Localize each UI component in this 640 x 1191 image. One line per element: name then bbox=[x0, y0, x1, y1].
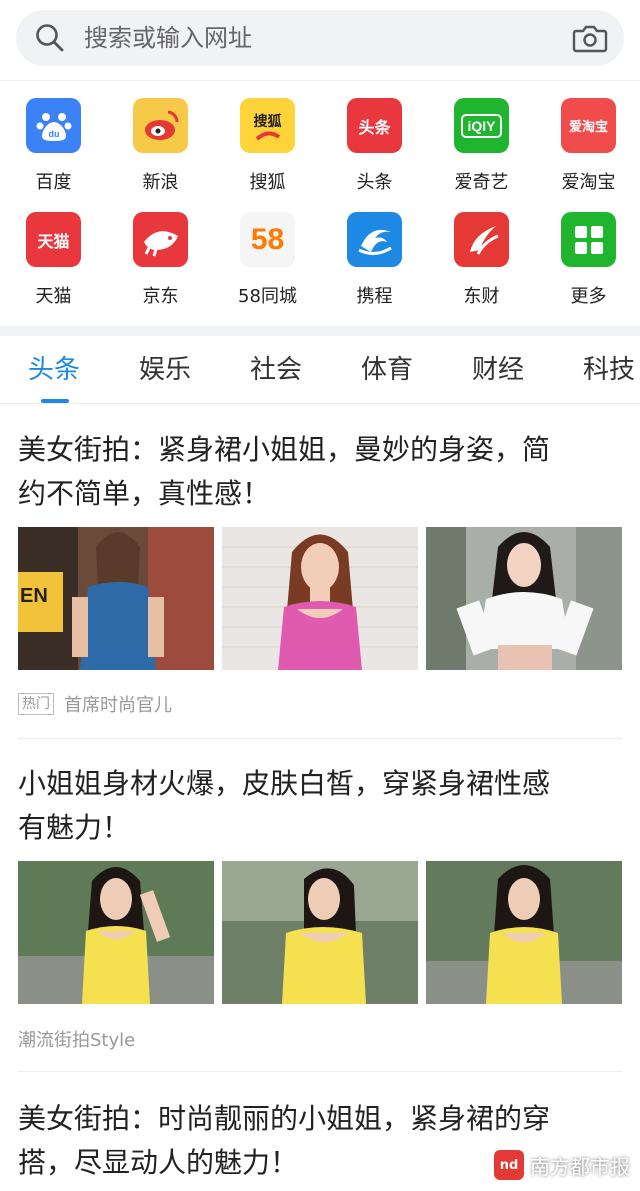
news-title[interactable]: 美女街拍：紧身裙小姐姐，曼妙的身姿，简 约不简单，真性感！ bbox=[18, 428, 618, 516]
watermark-logo: nd bbox=[494, 1150, 524, 1180]
news-thumbnail[interactable] bbox=[426, 527, 622, 670]
news-item[interactable]: 美女街拍：紧身裙小姐姐，曼妙的身姿，简 约不简单，真性感！ EN 热门 首席时尚… bbox=[0, 404, 640, 740]
shortcut-more[interactable]: 更多 bbox=[535, 194, 640, 308]
shortcut-label: 搜狐 bbox=[249, 172, 286, 193]
ctrip-icon bbox=[347, 212, 402, 267]
search-header: 搜索或输入网址 bbox=[0, 0, 640, 80]
jd-icon bbox=[133, 212, 188, 267]
shortcut-label: 更多 bbox=[570, 286, 607, 307]
shortcut-label: 京东 bbox=[142, 286, 179, 307]
tab-entertainment[interactable]: 娱乐 bbox=[139, 336, 191, 404]
svg-text:du: du bbox=[48, 129, 59, 139]
camera-icon[interactable] bbox=[572, 22, 608, 54]
news-thumbnail[interactable] bbox=[222, 527, 418, 670]
baidu-icon: du bbox=[26, 98, 81, 153]
dongcai-icon bbox=[454, 212, 509, 267]
sohu-icon-text: 搜狐 bbox=[253, 113, 282, 130]
news-thumbnail[interactable] bbox=[222, 861, 418, 1004]
hot-badge: 热门 bbox=[18, 693, 54, 715]
tab-finance[interactable]: 财经 bbox=[472, 336, 524, 404]
toutiao-icon-text: 头条 bbox=[358, 117, 391, 137]
shortcut-label: 爱奇艺 bbox=[454, 172, 509, 193]
tab-tech[interactable]: 科技 bbox=[583, 336, 635, 404]
news-divider bbox=[18, 1071, 622, 1072]
news-source: 首席时尚官儿 bbox=[64, 695, 172, 716]
tmall-icon-text: 天猫 bbox=[37, 231, 70, 251]
tab-active-indicator bbox=[41, 399, 69, 403]
58-icon-text: 58 bbox=[250, 222, 285, 256]
more-grid-icon bbox=[561, 212, 616, 267]
shortcut-sina[interactable]: 新浪 bbox=[107, 80, 214, 194]
iqiyi-icon: iQIY bbox=[454, 98, 509, 153]
shortcut-label: 携程 bbox=[356, 286, 393, 307]
tab-toutiao[interactable]: 头条 bbox=[28, 336, 80, 404]
news-title-line: 美女街拍：紧身裙小姐姐，曼妙的身姿，简 bbox=[18, 433, 551, 466]
news-meta: 潮流街拍Style bbox=[18, 1026, 135, 1052]
news-item[interactable]: 小姐姐身材火爆，皮肤白皙，穿紧身裙性感 有魅力！ 潮流街拍Style bbox=[0, 740, 640, 1073]
shortcut-label: 头条 bbox=[356, 172, 393, 193]
news-tabs: 头条 娱乐 社会 体育 财经 科技 bbox=[0, 336, 640, 404]
search-icon bbox=[36, 24, 64, 52]
svg-text:EN: EN bbox=[20, 585, 48, 607]
tab-society[interactable]: 社会 bbox=[250, 336, 302, 404]
shortcut-label: 新浪 bbox=[142, 172, 179, 193]
aitaobao-icon: 爱淘宝 bbox=[561, 98, 616, 153]
shortcut-sohu[interactable]: 搜狐 搜狐 bbox=[214, 80, 321, 194]
shortcut-label: 58同城 bbox=[238, 286, 297, 307]
watermark: nd 南方都市报 bbox=[494, 1148, 630, 1182]
news-title[interactable]: 小姐姐身材火爆，皮肤白皙，穿紧身裙性感 有魅力！ bbox=[18, 762, 618, 850]
shortcut-grid: du 百度 新浪 搜狐 搜狐 头条 头条 iQIY 爱奇艺 爱淘宝 爱淘宝 天猫… bbox=[0, 80, 640, 320]
news-title-line: 小姐姐身材火爆，皮肤白皙，穿紧身裙性感 bbox=[18, 767, 551, 800]
shortcut-baidu[interactable]: du 百度 bbox=[0, 80, 107, 194]
shortcut-label: 爱淘宝 bbox=[561, 172, 616, 193]
tmall-icon: 天猫 bbox=[26, 212, 81, 267]
news-thumbnail[interactable]: EN bbox=[18, 527, 214, 670]
search-bar[interactable]: 搜索或输入网址 bbox=[16, 10, 624, 66]
news-title-line: 约不简单，真性感！ bbox=[18, 477, 271, 510]
news-meta: 热门 首席时尚官儿 bbox=[18, 691, 172, 717]
news-thumbnail[interactable] bbox=[426, 861, 622, 1004]
section-gap bbox=[0, 326, 640, 336]
sina-weibo-icon bbox=[133, 98, 188, 153]
58-icon: 58 bbox=[240, 212, 295, 267]
shortcut-aitaobao[interactable]: 爱淘宝 爱淘宝 bbox=[535, 80, 640, 194]
shortcut-ctrip[interactable]: 携程 bbox=[321, 194, 428, 308]
search-input[interactable]: 搜索或输入网址 bbox=[84, 10, 252, 66]
news-source: 潮流街拍Style bbox=[18, 1030, 136, 1051]
toutiao-icon: 头条 bbox=[347, 98, 402, 153]
news-title-line: 美女街拍：时尚靓丽的小姐姐，紧身裙的穿 bbox=[18, 1102, 551, 1135]
news-title-line: 有魅力！ bbox=[18, 811, 131, 844]
shortcut-label: 天猫 bbox=[35, 286, 72, 307]
shortcut-jd[interactable]: 京东 bbox=[107, 194, 214, 308]
shortcut-toutiao[interactable]: 头条 头条 bbox=[321, 80, 428, 194]
shortcut-58[interactable]: 58 58同城 bbox=[214, 194, 321, 308]
shortcut-label: 东财 bbox=[463, 286, 500, 307]
watermark-text: 南方都市报 bbox=[530, 1154, 630, 1179]
shortcut-iqiyi[interactable]: iQIY 爱奇艺 bbox=[428, 80, 535, 194]
shortcut-tmall[interactable]: 天猫 天猫 bbox=[0, 194, 107, 308]
sohu-icon: 搜狐 bbox=[240, 98, 295, 153]
news-thumbnail[interactable] bbox=[18, 861, 214, 1004]
tab-sports[interactable]: 体育 bbox=[361, 336, 413, 404]
iqiyi-icon-text: iQIY bbox=[461, 113, 502, 138]
aitaobao-icon-text: 爱淘宝 bbox=[568, 120, 608, 135]
shortcut-label: 百度 bbox=[35, 172, 72, 193]
news-divider bbox=[18, 738, 622, 739]
shortcut-dongcai[interactable]: 东财 bbox=[428, 194, 535, 308]
